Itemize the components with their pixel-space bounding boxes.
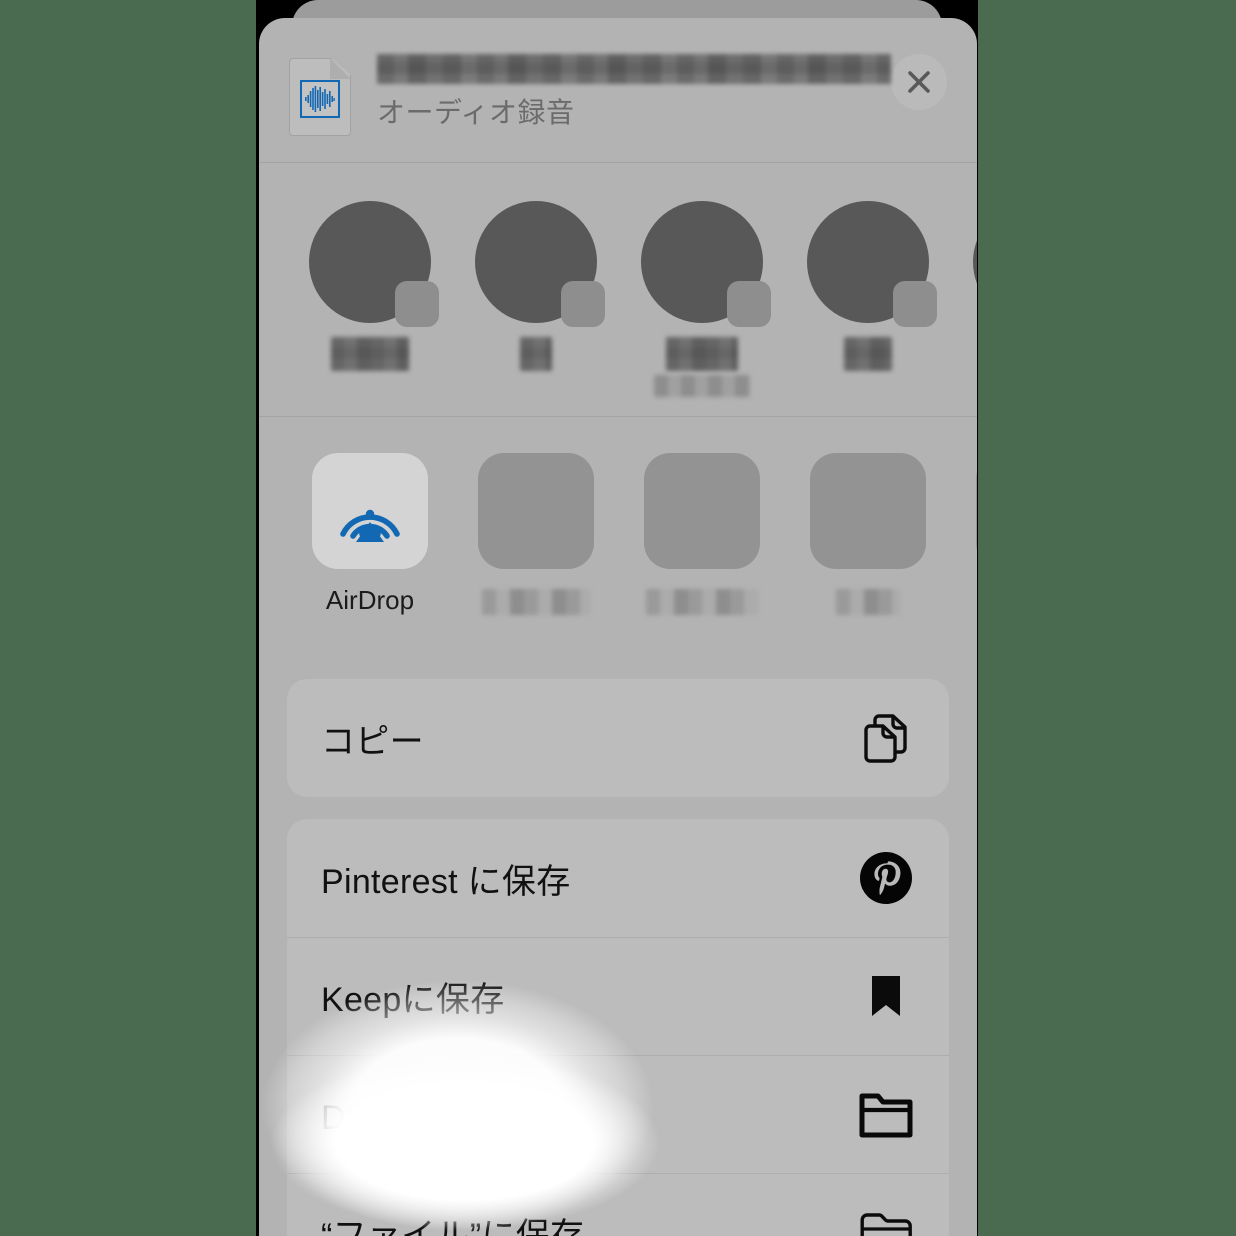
app-tile xyxy=(810,453,926,569)
person-name-redacted xyxy=(331,337,409,371)
waveform-badge xyxy=(300,80,340,118)
share-target-label-redacted xyxy=(646,589,758,615)
action-label: DS に保存 xyxy=(321,1098,482,1137)
action-row-save-pinterest[interactable]: Pinterest に保存 xyxy=(287,819,949,937)
airdrop-tile xyxy=(312,453,428,569)
share-sheet-header: オーディオ録音 xyxy=(259,18,977,163)
avatar-circle xyxy=(973,201,977,323)
person-subname-redacted xyxy=(654,375,750,397)
person-name-redacted xyxy=(520,337,552,371)
share-target-label-redacted xyxy=(836,589,900,615)
airdrop-icon xyxy=(340,509,400,542)
avatar xyxy=(973,201,977,323)
person-name-redacted xyxy=(844,337,892,371)
app-tile xyxy=(478,453,594,569)
screenshot-canvas: オーディオ録音 AirDrop コピー Pinterest に保存 Keepに保… xyxy=(0,0,1236,1236)
folder-icon xyxy=(857,1203,915,1236)
folder-bold-icon xyxy=(857,1085,915,1143)
share-target-label: AirDrop xyxy=(325,585,415,615)
person-suggestion[interactable] xyxy=(287,201,453,371)
share-target-airdrop[interactable]: AirDrop xyxy=(287,453,453,616)
action-label: Keepに保存 xyxy=(321,980,505,1019)
action-row-save-files[interactable]: “ファイル”に保存 xyxy=(287,1173,949,1236)
action-label: Pinterest に保存 xyxy=(321,862,571,901)
person-name-redacted xyxy=(666,337,738,371)
app-badge-icon xyxy=(395,281,439,327)
file-info: オーディオ録音 xyxy=(377,52,891,130)
share-target-app[interactable] xyxy=(453,453,619,615)
action-label: “ファイル”に保存 xyxy=(321,1216,585,1236)
app-badge-icon xyxy=(893,281,937,327)
close-button[interactable] xyxy=(891,54,947,110)
action-list: コピー Pinterest に保存 Keepに保存 DS に保存 “ファイル”に… xyxy=(259,653,977,1236)
action-row-copy[interactable]: コピー xyxy=(287,679,949,797)
avatar xyxy=(309,201,439,327)
action-group-save: Pinterest に保存 Keepに保存 DS に保存 “ファイル”に保存 xyxy=(287,819,949,1236)
avatar xyxy=(641,201,771,327)
action-row-save-keep[interactable]: Keepに保存 xyxy=(287,937,949,1055)
suggested-people-row[interactable] xyxy=(259,163,977,417)
pinterest-icon xyxy=(857,849,915,907)
app-badge-icon xyxy=(727,281,771,327)
share-targets-row[interactable]: AirDrop xyxy=(259,417,977,653)
app-badge-icon xyxy=(561,281,605,327)
action-label: コピー xyxy=(321,722,424,761)
share-target-app[interactable] xyxy=(619,453,785,615)
person-suggestion[interactable] xyxy=(619,201,785,397)
action-group-copy: コピー xyxy=(287,679,949,797)
app-tile xyxy=(644,453,760,569)
audio-file-icon xyxy=(289,58,351,136)
share-target-app[interactable] xyxy=(951,453,977,569)
share-sheet: オーディオ録音 AirDrop コピー Pinterest に保存 Keepに保… xyxy=(259,18,977,1236)
app-tile xyxy=(976,453,977,569)
share-target-app[interactable] xyxy=(785,453,951,615)
person-suggestion[interactable] xyxy=(453,201,619,371)
person-suggestion[interactable] xyxy=(951,201,977,371)
action-row-save-ds[interactable]: DS に保存 xyxy=(287,1055,949,1173)
avatar xyxy=(807,201,937,327)
bookmark-icon xyxy=(857,967,915,1025)
person-suggestion[interactable] xyxy=(785,201,951,371)
share-target-label-redacted xyxy=(482,589,590,615)
file-subtitle: オーディオ録音 xyxy=(377,97,575,128)
avatar xyxy=(475,201,605,327)
filename-redacted xyxy=(377,54,891,84)
copy-icon xyxy=(857,709,915,767)
